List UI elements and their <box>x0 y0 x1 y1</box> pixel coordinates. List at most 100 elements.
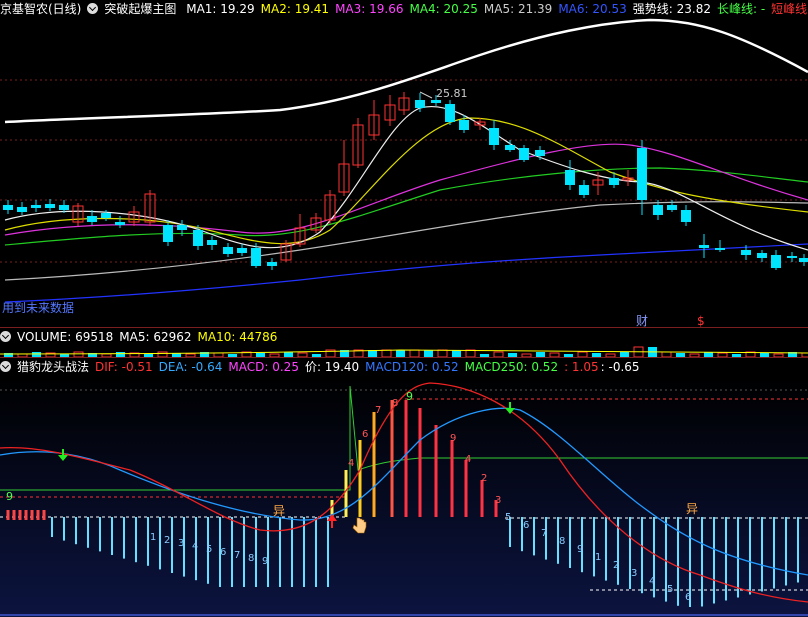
blue-count-number: 9 <box>577 544 583 555</box>
volume-bar <box>424 350 433 357</box>
extra-value-1: : 1.05 <box>564 360 599 374</box>
financial-report-marker[interactable]: 财 <box>636 314 648 328</box>
high-price-annotation: 25.81 <box>419 87 468 100</box>
candle-body-50 <box>771 255 781 268</box>
red-count-number: 7 <box>375 405 381 416</box>
count-9-top: 9 <box>406 390 413 403</box>
red-count-number: 4 <box>465 454 471 465</box>
candle-body-37 <box>565 170 575 185</box>
candle-body-3 <box>45 204 55 208</box>
short-peak-value: 短峰线: 20.22 <box>771 2 808 16</box>
candle-body-35 <box>519 148 529 160</box>
long-peak-value: 长峰线: - <box>716 2 766 16</box>
blue-count-number: 1 <box>595 552 601 563</box>
macd120-value: MACD120: 0.52 <box>365 360 459 374</box>
ma2-value: MA2: 19.41 <box>260 2 330 16</box>
price-value: 价: 19.40 <box>304 360 360 374</box>
candle-body-48 <box>741 250 751 255</box>
volume-bar <box>452 350 461 357</box>
candle-body-13 <box>193 230 203 246</box>
volume-bar <box>465 349 476 358</box>
main-info-bar: 京基智农(日线) 突破起爆主图 MA1: 19.29 MA2: 19.41 MA3: … <box>0 0 808 18</box>
macd-toggle-icon[interactable] <box>0 361 11 372</box>
candle-body-49 <box>757 253 767 258</box>
candle-body-15 <box>223 247 233 254</box>
ma1-value: MA1: 19.29 <box>186 2 255 16</box>
candle-body-43 <box>653 205 663 215</box>
volume-toggle-icon[interactable] <box>0 331 11 342</box>
macd-indicator-name[interactable]: 猎豹龙头战法 <box>17 360 89 374</box>
blue-count-number: 5 <box>667 584 673 595</box>
ma4-line <box>4 167 808 246</box>
blue-count-number: 5 <box>206 544 212 555</box>
candle-body-7 <box>101 213 111 218</box>
red-count-number: 9 <box>450 433 456 444</box>
red-count-number: 6 <box>362 429 368 440</box>
blue-count-number: 7 <box>541 528 547 539</box>
blue-count-number: 8 <box>559 536 565 547</box>
volume-bar <box>437 349 448 358</box>
candle-body-17 <box>251 248 261 266</box>
candle-body-6 <box>87 216 97 222</box>
candle-body-12 <box>177 225 187 230</box>
high-price-label: 25.81 <box>436 87 468 100</box>
extra-value-2: : -0.65 <box>600 360 640 374</box>
candle-body-52 <box>799 258 808 262</box>
blue-count-number: 4 <box>192 541 198 552</box>
strong-line-value: 强势线: 23.82 <box>632 2 711 16</box>
ma5-value: MA5: 21.39 <box>483 2 553 16</box>
volume-bar <box>396 350 405 357</box>
candle-body-38 <box>579 185 589 195</box>
future-data-note: 用到未来数据 <box>2 300 74 315</box>
blue-count-number: 7 <box>234 550 240 561</box>
candle-body-28 <box>415 100 425 108</box>
blue-count-number: 2 <box>613 560 619 571</box>
blue-count-number: 3 <box>178 538 184 549</box>
candle-body-33 <box>489 128 499 145</box>
candle-body-11 <box>163 225 173 242</box>
indicator-name[interactable]: 突破起爆主图 <box>104 2 176 16</box>
ma6-value: MA6: 20.53 <box>558 2 627 16</box>
candle-body-40 <box>609 178 619 185</box>
ma1-line <box>4 106 808 251</box>
candle-body-31 <box>459 120 469 130</box>
volume-bar <box>409 349 420 358</box>
candle-body-16 <box>237 248 247 253</box>
blue-count-number: 4 <box>649 576 655 587</box>
candle-body-4 <box>59 205 69 210</box>
red-count-number: 4 <box>348 458 354 469</box>
price-chart[interactable]: 25.81 用到未来数据 财 $ <box>0 18 808 328</box>
count-9-left: 9 <box>6 490 13 503</box>
candle-body-0 <box>3 205 13 210</box>
volume-ma10: MA10: 44786 <box>197 330 278 344</box>
red-count-number: 3 <box>495 495 501 506</box>
red-count-number: 2 <box>481 473 487 484</box>
anomaly-label-left: 异 <box>273 504 285 518</box>
dea-value: DEA: -0.64 <box>158 360 223 374</box>
volume-ma5: MA5: 62962 <box>119 330 192 344</box>
macd-chart[interactable]: 异 异 9 9 678942341 2 3 4 5 6 7 8 956789123456 <box>0 376 808 617</box>
blue-count-number: 6 <box>220 547 226 558</box>
blue-count-number: 3 <box>631 568 637 579</box>
candle-body-1 <box>17 207 27 212</box>
ma4-value: MA4: 20.25 <box>409 2 478 16</box>
candle-body-8 <box>115 222 125 225</box>
dividend-marker[interactable]: $ <box>697 314 705 328</box>
blue-count-number: 1 <box>150 532 156 543</box>
macd250-value: MACD250: 0.52 <box>464 360 559 374</box>
blue-count-number: 9 <box>262 556 268 567</box>
macd-value: MACD: 0.25 <box>228 360 299 374</box>
blue-count-number: 2 <box>164 535 170 546</box>
candle-body-44 <box>667 205 677 210</box>
strong-line <box>4 18 808 124</box>
anomaly-label-right: 异 <box>686 502 698 516</box>
indicator-toggle-icon[interactable] <box>87 3 99 14</box>
candle-body-51 <box>787 256 797 258</box>
candle-body-42 <box>637 148 647 200</box>
candle-body-14 <box>207 240 217 245</box>
volume-value: VOLUME: 69518 <box>17 330 114 344</box>
macd-info-bar: 猎豹龙头战法 DIF: -0.51 DEA: -0.64 MACD: 0.25 价: 1… <box>0 358 646 376</box>
blue-count-number: 5 <box>505 512 511 523</box>
stock-title[interactable]: 京基智农(日线) <box>0 2 81 16</box>
ma3-value: MA3: 19.66 <box>335 2 404 16</box>
